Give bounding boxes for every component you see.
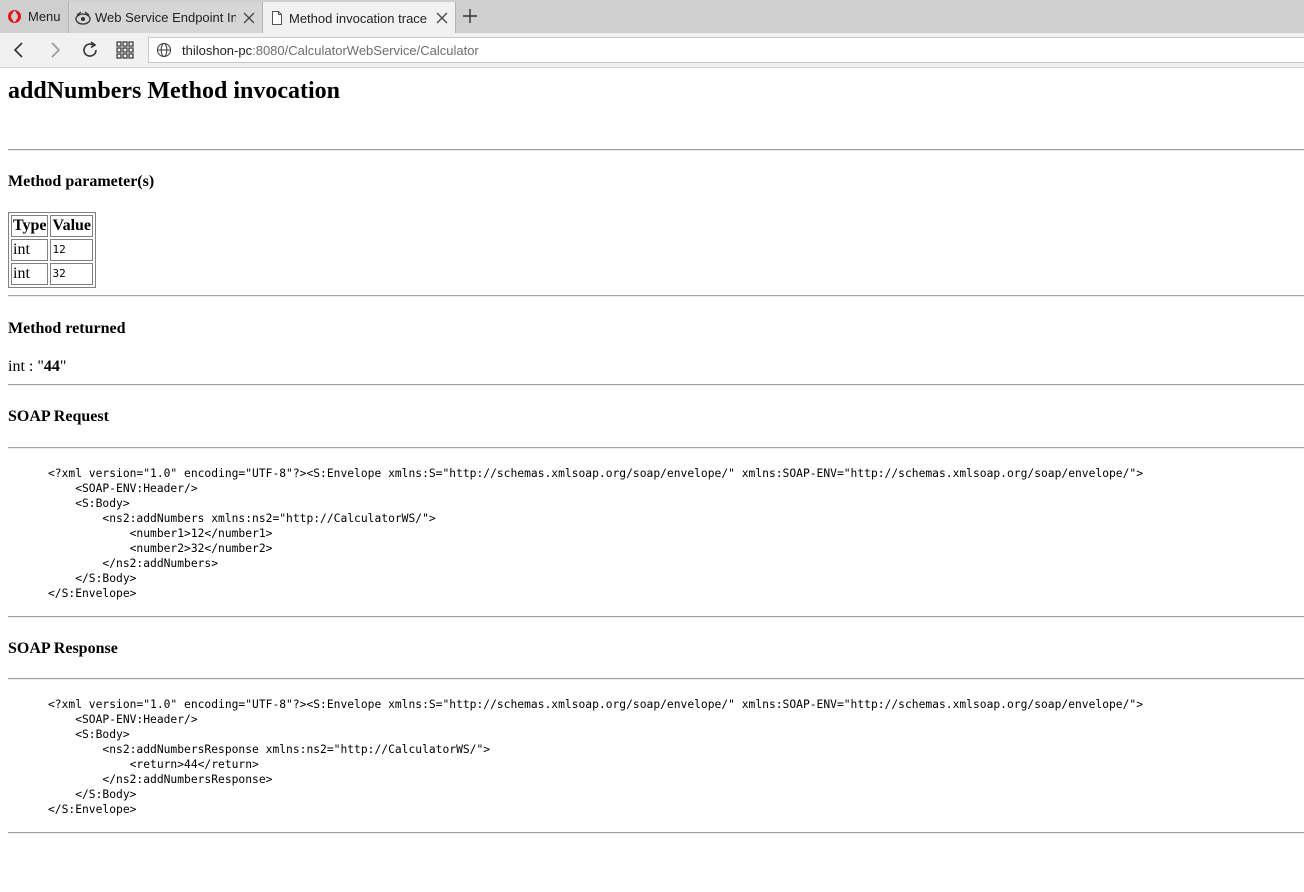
reload-icon [83,41,97,57]
param-value: 12 [50,239,94,261]
forward-arrow-icon [51,42,61,58]
address-bar: thiloshon-pc:8080/CalculatorWebService/C… [0,33,1304,68]
soap-request-xml: <?xml version="1.0" encoding="UTF-8"?><S… [48,467,1144,600]
divider [8,678,1304,680]
table-row: int 12 [11,239,94,261]
url-host: thiloshon-pc [182,42,253,58]
tab-title: Method invocation trace [289,10,428,26]
divider [8,384,1304,386]
divider [8,616,1304,618]
close-icon[interactable] [435,11,449,25]
page-content: addNumbers Method invocation Method para… [8,68,1304,834]
returned-value: 44 [43,358,60,375]
column-header: Value [50,215,94,237]
speed-dial-button[interactable] [113,38,137,62]
param-type: int [11,263,49,285]
tab-title: Web Service Endpoint Info [95,10,236,25]
globe-icon [156,42,172,58]
back-arrow-icon [13,42,23,58]
divider [8,295,1304,297]
glassfish-favicon-icon [75,10,91,26]
grid-icon [116,41,134,59]
soap-response-xml: <?xml version="1.0" encoding="UTF-8"?><S… [48,698,1144,816]
opera-menu-button[interactable]: Menu [0,0,68,33]
menu-label: Menu [28,9,61,24]
param-value: 32 [50,263,94,285]
returned-heading: Method returned [8,320,126,337]
tab-bar: Menu Web Service Endpoint Info Method in… [0,0,1304,34]
divider [8,832,1304,834]
params-heading: Method parameter(s) [8,173,155,190]
tab-invocation-trace[interactable]: Method invocation trace [262,2,456,34]
back-button[interactable] [7,38,31,62]
table-header-row: Type Value [11,215,94,237]
url-path: :8080/CalculatorWebService/Calculator [252,42,479,58]
table-row: int 32 [11,263,94,285]
reload-button[interactable] [78,38,102,62]
returned-type: int : " [8,358,44,375]
returned-suffix: " [59,358,67,375]
soap-request-heading: SOAP Request [8,408,109,425]
forward-button[interactable] [43,38,67,62]
divider [8,149,1304,151]
divider [8,447,1304,449]
column-header: Type [11,215,49,237]
param-type: int [11,239,49,261]
parameters-table: Type Value int 12 int 32 [8,212,97,288]
returned-value-line: int : "44" [8,358,66,376]
page-title: addNumbers Method invocation [8,78,341,104]
close-icon[interactable] [242,11,256,25]
plus-icon [463,9,477,23]
url-field[interactable]: thiloshon-pc:8080/CalculatorWebService/C… [148,37,1304,63]
soap-response-heading: SOAP Response [8,640,118,657]
tab-endpoint-info[interactable]: Web Service Endpoint Info [68,2,262,33]
new-tab-button[interactable] [460,6,480,26]
page-favicon-icon [269,10,285,26]
opera-logo-icon [8,10,21,23]
